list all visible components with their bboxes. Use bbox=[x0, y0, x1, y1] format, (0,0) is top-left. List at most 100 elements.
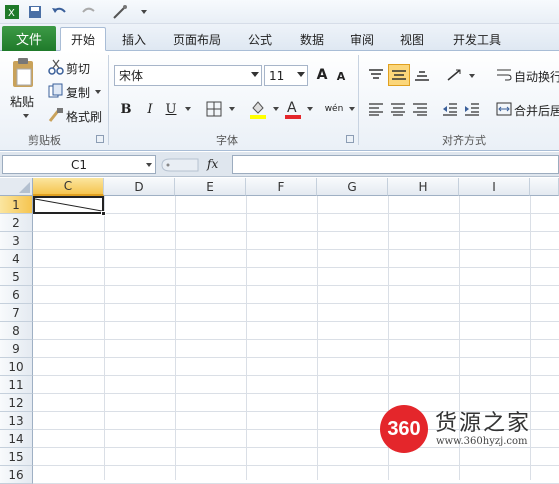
font-size-value: 11 bbox=[269, 68, 285, 83]
font-launcher-icon[interactable] bbox=[346, 135, 354, 143]
fill-handle[interactable] bbox=[101, 211, 106, 216]
grid-line bbox=[33, 339, 559, 340]
selected-cell-c1[interactable] bbox=[33, 196, 106, 216]
insert-function-button[interactable]: fx bbox=[207, 157, 218, 171]
border-dropdown-icon[interactable] bbox=[226, 105, 235, 113]
align-right-icon[interactable] bbox=[410, 99, 430, 119]
tab-file[interactable]: 文件 bbox=[2, 26, 56, 51]
row-header-6[interactable]: 6 bbox=[0, 286, 33, 304]
align-bottom-icon[interactable] bbox=[412, 65, 432, 85]
bold-button[interactable]: B bbox=[116, 99, 136, 119]
row-header-10[interactable]: 10 bbox=[0, 358, 33, 376]
tab-page-layout[interactable]: 页面布局 bbox=[164, 27, 230, 51]
column-header-e[interactable]: E bbox=[175, 178, 246, 196]
align-middle-icon[interactable] bbox=[388, 64, 410, 86]
row-header-5[interactable]: 5 bbox=[0, 268, 33, 286]
row-header-3[interactable]: 3 bbox=[0, 232, 33, 250]
format-painter-button[interactable]: 格式刷 bbox=[66, 108, 102, 125]
grow-font-icon[interactable]: A bbox=[314, 65, 330, 85]
border-icon[interactable] bbox=[204, 99, 224, 119]
tab-data[interactable]: 数据 bbox=[290, 27, 334, 51]
redo-icon[interactable] bbox=[78, 3, 100, 21]
svg-text:A: A bbox=[287, 100, 297, 116]
grid-line bbox=[33, 321, 559, 322]
fill-color-dropdown-icon[interactable] bbox=[270, 105, 279, 113]
align-center-icon[interactable] bbox=[388, 99, 408, 119]
format-painter-icon[interactable] bbox=[48, 107, 64, 123]
name-box-dropdown-icon[interactable] bbox=[142, 161, 152, 169]
align-top-icon[interactable] bbox=[366, 65, 386, 85]
formula-bar-splitter[interactable] bbox=[160, 157, 200, 173]
paste-icon[interactable] bbox=[8, 57, 38, 89]
column-header-c[interactable]: C bbox=[33, 178, 104, 196]
align-left-icon[interactable] bbox=[366, 99, 386, 119]
italic-button[interactable]: I bbox=[140, 99, 160, 119]
underline-button[interactable]: U bbox=[162, 99, 180, 119]
row-header-4[interactable]: 4 bbox=[0, 250, 33, 268]
quick-access-toolbar: X bbox=[0, 0, 559, 24]
wrap-text-icon[interactable] bbox=[496, 67, 512, 83]
row-header-14[interactable]: 14 bbox=[0, 430, 33, 448]
copy-button[interactable]: 复制 bbox=[66, 84, 90, 101]
grid-line bbox=[33, 285, 559, 286]
name-box[interactable]: C1 bbox=[2, 155, 156, 174]
tab-formulas[interactable]: 公式 bbox=[238, 27, 282, 51]
row-header-9[interactable]: 9 bbox=[0, 340, 33, 358]
orientation-icon[interactable] bbox=[444, 65, 466, 85]
copy-icon[interactable] bbox=[48, 83, 64, 99]
column-header-partial[interactable] bbox=[530, 178, 559, 196]
orientation-dropdown-icon[interactable] bbox=[466, 72, 475, 80]
paste-button[interactable]: 粘贴 bbox=[10, 93, 34, 110]
grid-line bbox=[246, 196, 247, 480]
tab-review[interactable]: 审阅 bbox=[340, 27, 384, 51]
row-header-12[interactable]: 12 bbox=[0, 394, 33, 412]
column-header-g[interactable]: G bbox=[317, 178, 388, 196]
tab-insert[interactable]: 插入 bbox=[112, 27, 156, 51]
fill-color-icon[interactable] bbox=[248, 97, 268, 121]
shrink-font-icon[interactable]: A bbox=[334, 68, 348, 84]
grid-line bbox=[33, 213, 559, 214]
tab-view[interactable]: 视图 bbox=[390, 27, 434, 51]
customize-qat-icon[interactable] bbox=[136, 3, 148, 21]
formula-bar: C1 fx bbox=[0, 152, 559, 177]
row-header-7[interactable]: 7 bbox=[0, 304, 33, 322]
decrease-indent-icon[interactable] bbox=[440, 99, 460, 119]
copy-dropdown-icon[interactable] bbox=[92, 88, 101, 96]
tab-developer[interactable]: 开发工具 bbox=[444, 27, 510, 51]
font-color-icon[interactable]: A bbox=[284, 97, 302, 121]
cut-button[interactable]: 剪切 bbox=[66, 60, 90, 77]
undo-icon[interactable] bbox=[48, 3, 70, 21]
font-name-combo[interactable]: 宋体 bbox=[114, 65, 262, 86]
column-header-h[interactable]: H bbox=[388, 178, 459, 196]
row-header-2[interactable]: 2 bbox=[0, 214, 33, 232]
font-size-combo[interactable]: 11 bbox=[264, 65, 308, 86]
merge-center-button[interactable]: 合并后居 bbox=[514, 102, 559, 119]
column-header-d[interactable]: D bbox=[104, 178, 175, 196]
paste-dropdown-icon[interactable] bbox=[18, 111, 30, 121]
svg-text:X: X bbox=[8, 8, 15, 19]
row-header-11[interactable]: 11 bbox=[0, 376, 33, 394]
underline-dropdown-icon[interactable] bbox=[182, 105, 191, 113]
select-all-corner[interactable] bbox=[0, 178, 33, 196]
row-header-1[interactable]: 1 bbox=[0, 196, 33, 214]
watermark-url: www.360hyzj.com bbox=[436, 436, 528, 447]
font-color-dropdown-icon[interactable] bbox=[304, 105, 313, 113]
phonetic-dropdown-icon[interactable] bbox=[346, 105, 355, 113]
tab-home[interactable]: 开始 bbox=[60, 27, 106, 51]
cut-icon[interactable] bbox=[48, 59, 64, 75]
save-icon[interactable] bbox=[26, 3, 44, 21]
merge-center-icon[interactable] bbox=[496, 101, 512, 117]
phonetic-icon[interactable]: wén bbox=[322, 99, 346, 119]
formula-input[interactable] bbox=[232, 155, 559, 174]
row-header-15[interactable]: 15 bbox=[0, 448, 33, 466]
column-header-i[interactable]: I bbox=[459, 178, 530, 196]
increase-indent-icon[interactable] bbox=[462, 99, 482, 119]
clipboard-launcher-icon[interactable] bbox=[96, 135, 104, 143]
tools-icon[interactable] bbox=[108, 3, 132, 21]
wrap-text-button[interactable]: 自动换行 bbox=[514, 68, 559, 85]
row-header-16[interactable]: 16 bbox=[0, 466, 33, 484]
row-header-13[interactable]: 13 bbox=[0, 412, 33, 430]
row-header-8[interactable]: 8 bbox=[0, 322, 33, 340]
worksheet-grid[interactable]: C D E F G H I 1 2 3 4 5 6 7 8 9 10 11 12 13 14 15 16 36… bbox=[0, 178, 559, 484]
column-header-f[interactable]: F bbox=[246, 178, 317, 196]
